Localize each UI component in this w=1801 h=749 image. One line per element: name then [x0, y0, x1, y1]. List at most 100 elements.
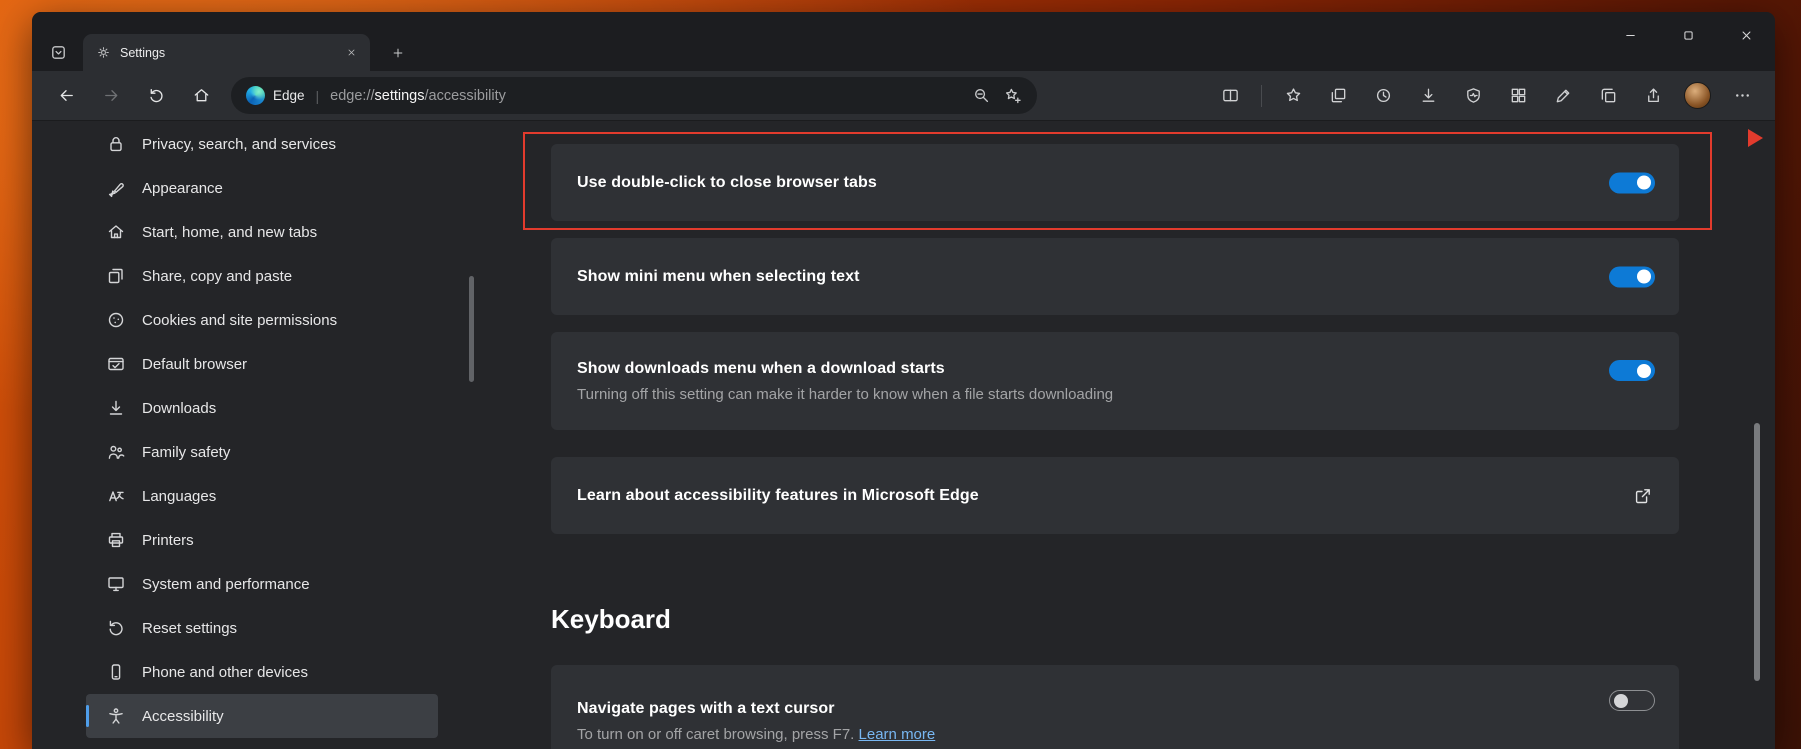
favorites-button[interactable]: [1274, 79, 1312, 113]
new-tab-button[interactable]: [384, 40, 412, 66]
collections-icon: [1329, 86, 1348, 105]
forward-arrow-icon: [102, 86, 121, 105]
sidebar-item-label: Phone and other devices: [142, 664, 308, 681]
close-icon: [1739, 28, 1754, 43]
sidebar-item-label: Cookies and site permissions: [142, 312, 337, 329]
zoom-icon[interactable]: [972, 86, 991, 105]
share-icon: [1644, 86, 1663, 105]
desktop-wallpaper: Settings Edge | edge://s: [0, 0, 1801, 749]
url-text: edge://settings/accessibility: [330, 88, 506, 104]
history-button[interactable]: [1364, 79, 1402, 113]
tab-settings[interactable]: Settings: [83, 34, 370, 71]
gear-icon: [96, 45, 111, 60]
refresh-button[interactable]: [136, 78, 176, 114]
url-path: /accessibility: [425, 88, 506, 104]
share-copy-icon: [106, 266, 126, 286]
double-click-close-toggle[interactable]: [1609, 172, 1655, 193]
home-button[interactable]: [181, 78, 221, 114]
home-tabs-icon: [106, 222, 126, 242]
web-capture-button[interactable]: [1544, 79, 1582, 113]
sidebar-item-accessibility[interactable]: Accessibility: [86, 694, 438, 738]
apps-button[interactable]: [1499, 79, 1537, 113]
edge-logo-icon: [246, 86, 265, 105]
learn-more-link[interactable]: Learn more: [859, 726, 936, 743]
setting-subtitle: To turn on or off caret browsing, press …: [577, 726, 1653, 743]
languages-icon: [106, 486, 126, 506]
lock-icon: [106, 134, 126, 154]
refresh-icon: [147, 86, 166, 105]
subtitle-text: To turn on or off caret browsing, press …: [577, 726, 859, 743]
phone-icon: [106, 662, 126, 682]
screenshot-button[interactable]: [1589, 79, 1627, 113]
sidebar-item-system-performance[interactable]: System and performance: [86, 562, 438, 606]
downloads-button[interactable]: [1409, 79, 1447, 113]
setting-card-downloads-menu: Show downloads menu when a download star…: [551, 332, 1679, 430]
settings-menu-button[interactable]: [1723, 79, 1761, 113]
text-cursor-toggle[interactable]: [1609, 690, 1655, 711]
keyboard-section-heading: Keyboard: [551, 604, 1679, 635]
system-monitor-icon: [106, 574, 126, 594]
sidebar-item-appearance[interactable]: Appearance: [86, 166, 438, 210]
url-scheme: edge://: [330, 88, 374, 104]
setting-subtitle: Turning off this setting can make it har…: [577, 386, 1653, 403]
setting-card-mini-menu: Show mini menu when selecting text: [551, 238, 1679, 315]
sidebar-item-label: Privacy, search, and services: [142, 136, 336, 153]
annotation-arrow: [1748, 129, 1763, 147]
sidebar-item-languages[interactable]: Languages: [86, 474, 438, 518]
minimize-icon: [1623, 28, 1638, 43]
downloads-menu-toggle[interactable]: [1609, 360, 1655, 381]
tab-close-button[interactable]: [340, 42, 362, 64]
sidebar-item-label: Start, home, and new tabs: [142, 224, 317, 241]
edge-badge-label: Edge: [273, 88, 305, 103]
sidebar-item-phone-devices[interactable]: Phone and other devices: [86, 650, 438, 694]
sidebar-item-label: System and performance: [142, 576, 310, 593]
sidebar-item-share-copy-paste[interactable]: Share, copy and paste: [86, 254, 438, 298]
sidebar-item-default-browser[interactable]: Default browser: [86, 342, 438, 386]
sidebar-item-reset-settings[interactable]: Reset settings: [86, 606, 438, 650]
toolbar-right-icons: [1211, 79, 1761, 113]
collections-button[interactable]: [1319, 79, 1357, 113]
forward-button[interactable]: [91, 78, 131, 114]
family-people-icon: [106, 442, 126, 462]
sidebar-item-printers[interactable]: Printers: [86, 518, 438, 562]
close-button[interactable]: [1717, 12, 1775, 58]
setting-title: Navigate pages with a text cursor: [577, 700, 1653, 718]
tab-actions-menu-button[interactable]: [44, 39, 72, 65]
sidebar-item-label: Printers: [142, 532, 194, 549]
sidebar-item-cookies-permissions[interactable]: Cookies and site permissions: [86, 298, 438, 342]
mini-menu-toggle[interactable]: [1609, 266, 1655, 287]
setting-title: Show downloads menu when a download star…: [577, 360, 1653, 378]
sidebar-item-privacy[interactable]: Privacy, search, and services: [86, 122, 438, 166]
cookies-icon: [106, 310, 126, 330]
learn-accessibility-link-card[interactable]: Learn about accessibility features in Mi…: [551, 457, 1679, 534]
favorite-add-icon[interactable]: [1003, 86, 1022, 105]
browser-essentials-button[interactable]: [1454, 79, 1492, 113]
toolbar-divider: [1261, 85, 1262, 107]
sidebar-item-downloads[interactable]: Downloads: [86, 386, 438, 430]
share-button[interactable]: [1634, 79, 1672, 113]
back-button[interactable]: [46, 78, 86, 114]
sidebar-item-label: Default browser: [142, 356, 247, 373]
address-bar[interactable]: Edge | edge://settings/accessibility: [231, 77, 1037, 114]
home-icon: [192, 86, 211, 105]
downloads-icon: [1419, 86, 1438, 105]
sidebar-item-family-safety[interactable]: Family safety: [86, 430, 438, 474]
sidebar-scrollbar[interactable]: [469, 276, 474, 382]
tab-strip: Settings: [32, 12, 1775, 71]
profile-avatar[interactable]: [1684, 82, 1711, 109]
accessibility-person-icon: [106, 706, 126, 726]
close-icon: [346, 47, 357, 58]
page-scrollbar[interactable]: [1754, 423, 1760, 681]
back-arrow-icon: [57, 86, 76, 105]
sidebar-item-label: Share, copy and paste: [142, 268, 292, 285]
tab-actions-icon: [49, 43, 68, 62]
sidebar-item-about-edge[interactable]: About Microsoft Edge: [86, 738, 438, 749]
browser-essentials-icon: [1464, 86, 1483, 105]
split-screen-button[interactable]: [1211, 79, 1249, 113]
printer-icon: [106, 530, 126, 550]
sidebar-item-label: Family safety: [142, 444, 230, 461]
maximize-button[interactable]: [1659, 12, 1717, 58]
sidebar-item-start-home-tabs[interactable]: Start, home, and new tabs: [86, 210, 438, 254]
minimize-button[interactable]: [1601, 12, 1659, 58]
web-capture-pen-icon: [1554, 86, 1573, 105]
